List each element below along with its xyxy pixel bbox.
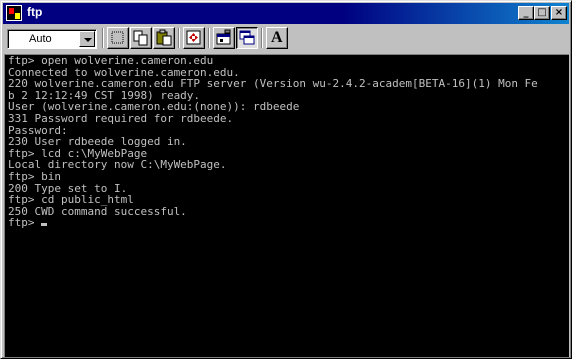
- font-size-select[interactable]: Auto: [7, 29, 97, 49]
- properties-button[interactable]: [213, 27, 235, 49]
- background-icon: [239, 30, 255, 45]
- fullscreen-button[interactable]: [183, 27, 205, 49]
- msdos-icon[interactable]: [6, 5, 22, 21]
- mark-button[interactable]: [107, 27, 129, 49]
- minimize-icon: _: [523, 7, 529, 18]
- toolbar-divider: [178, 28, 180, 48]
- maximize-button[interactable]: □: [534, 6, 550, 20]
- terminal-output[interactable]: ftp> open wolverine.cameron.edu Connecte…: [4, 54, 569, 357]
- toolbar-divider: [208, 28, 210, 48]
- toolbar-divider: [102, 28, 104, 48]
- paste-button[interactable]: [153, 27, 175, 49]
- maximize-icon: □: [537, 7, 547, 18]
- mark-icon: [111, 31, 124, 44]
- terminal-line: ftp>: [8, 216, 42, 230]
- font-button[interactable]: A: [266, 27, 288, 49]
- text-cursor: [41, 223, 48, 227]
- minimize-button[interactable]: _: [518, 6, 534, 20]
- fullscreen-icon: [186, 30, 201, 45]
- copy-button[interactable]: [130, 27, 152, 49]
- properties-icon: [216, 29, 231, 45]
- ftp-window: ftp _ □ × Auto A ftp> open wolverine.cam…: [0, 0, 572, 359]
- title-bar[interactable]: ftp _ □ ×: [3, 3, 569, 24]
- paste-icon: [156, 29, 172, 46]
- close-button[interactable]: ×: [551, 6, 567, 20]
- toolbar: Auto A: [3, 26, 569, 52]
- chevron-down-icon[interactable]: [79, 31, 95, 47]
- background-button[interactable]: [236, 27, 258, 49]
- font-icon: A: [271, 29, 283, 46]
- copy-icon: [133, 30, 148, 46]
- font-size-value: Auto: [29, 33, 52, 45]
- window-title: ftp: [27, 5, 43, 19]
- close-icon: ×: [554, 7, 564, 18]
- terminal-text: ftp> open wolverine.cameron.edu Connecte…: [5, 55, 569, 229]
- toolbar-divider: [261, 28, 263, 48]
